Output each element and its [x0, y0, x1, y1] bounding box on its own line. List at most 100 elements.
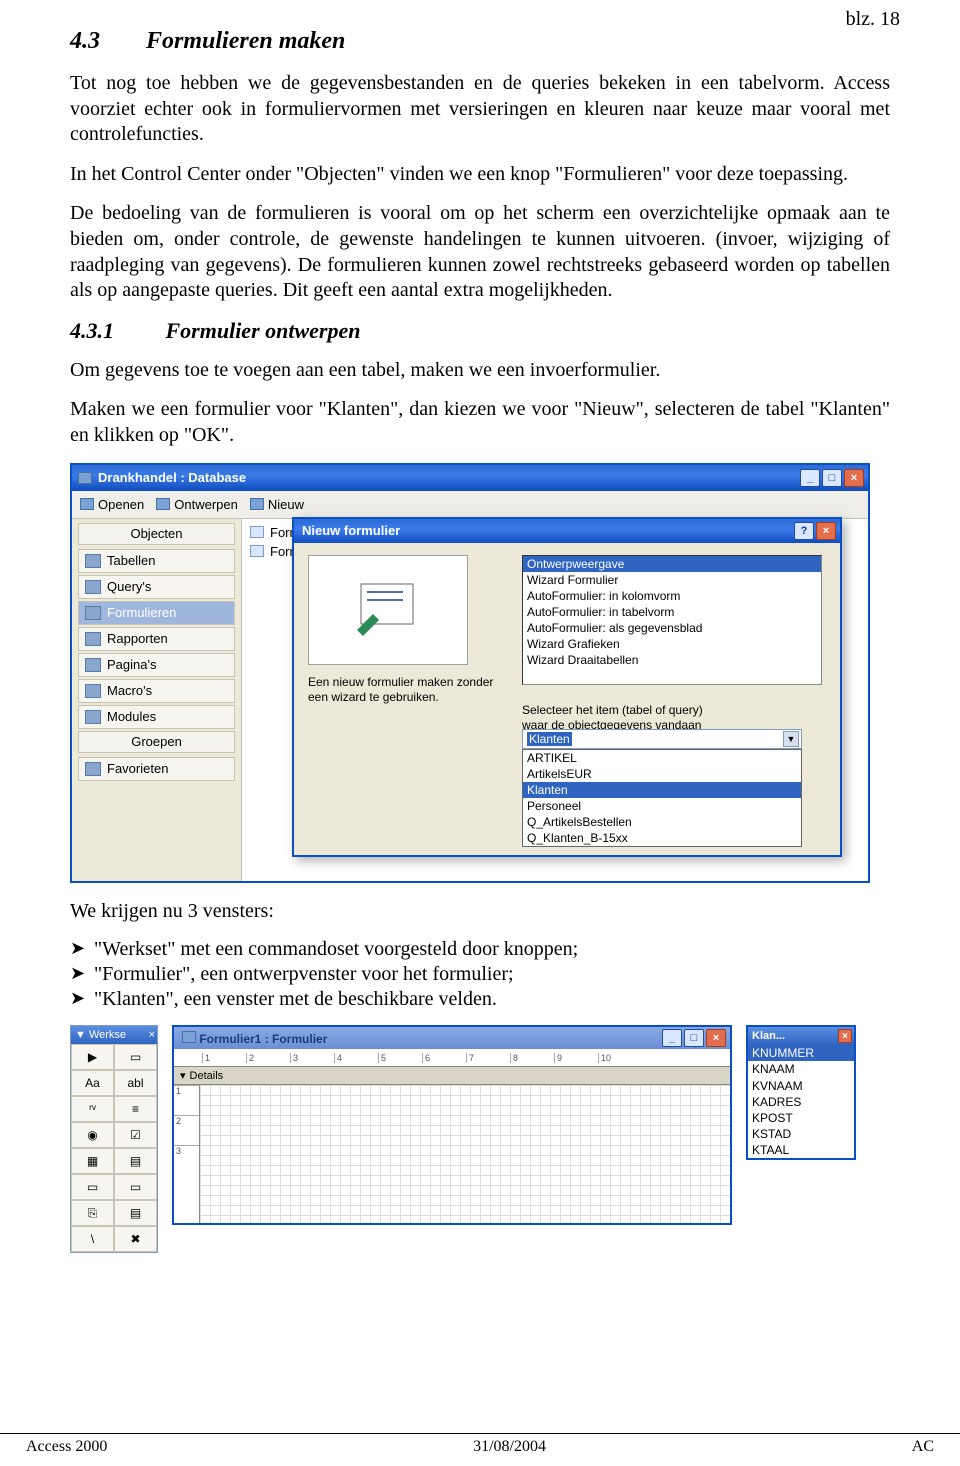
dropdown-option[interactable]: Q_Klanten_B-15xx	[523, 830, 801, 846]
bullet-arrow-icon: ➤	[70, 938, 94, 959]
sidebar-item[interactable]: Query's	[78, 575, 235, 599]
dialog-description: Een nieuw formulier maken zonder een wiz…	[308, 675, 508, 706]
sidebar-item-label: Favorieten	[107, 761, 168, 776]
dialog-close-button[interactable]: ×	[816, 522, 836, 540]
sidebar-item[interactable]: Macro's	[78, 679, 235, 703]
toolbar-ontwerpen-label: Ontwerpen	[174, 497, 238, 512]
dialog-titlebar[interactable]: Nieuw formulier ? ×	[294, 519, 840, 543]
object-type-icon	[85, 554, 101, 568]
toolbar-open[interactable]: Openen	[80, 497, 144, 512]
field-item[interactable]: KSTAD	[748, 1126, 854, 1142]
tool-button[interactable]: ▭	[71, 1174, 114, 1200]
maximize-button[interactable]: □	[684, 1029, 704, 1047]
ruler-mark: 1	[202, 1053, 246, 1063]
close-button[interactable]: ×	[706, 1029, 726, 1047]
subsection-number: 4.3.1	[70, 318, 160, 344]
table-select-combo[interactable]: Klanten ▼	[522, 729, 802, 749]
field-item[interactable]: KNUMMER	[748, 1045, 854, 1061]
tool-button[interactable]: ▶	[71, 1044, 114, 1070]
section-title: Formulieren maken	[146, 28, 345, 54]
bullet-list: ➤"Werkset" met een commandoset voorgeste…	[70, 938, 890, 1011]
sidebar-item[interactable]: Pagina's	[78, 653, 235, 677]
table-select-dropdown[interactable]: ARTIKELArtikelsEURKlantenPersoneelQ_Arti…	[522, 749, 802, 847]
maximize-button[interactable]: □	[822, 469, 842, 487]
tool-button[interactable]: ▭	[114, 1174, 157, 1200]
dialog-options-list[interactable]: OntwerpweergaveWizard FormulierAutoFormu…	[522, 555, 822, 685]
bullet-text: "Klanten", een venster met de beschikbar…	[94, 988, 497, 1011]
dialog-option[interactable]: AutoFormulier: in kolomvorm	[523, 588, 821, 604]
tool-button[interactable]: ʳᵛ	[71, 1096, 114, 1122]
tool-button[interactable]: ≡	[114, 1096, 157, 1122]
ruler-mark: 10	[598, 1053, 642, 1063]
dialog-option[interactable]: AutoFormulier: als gegevensblad	[523, 620, 821, 636]
minimize-button[interactable]: _	[800, 469, 820, 487]
footer-center: 31/08/2004	[473, 1438, 546, 1456]
close-button[interactable]: ×	[844, 469, 864, 487]
form-design-grid[interactable]	[200, 1085, 730, 1223]
dialog-option[interactable]: AutoFormulier: in tabelvorm	[523, 604, 821, 620]
field-item[interactable]: KNAAM	[748, 1061, 854, 1077]
tool-button[interactable]: ⎘	[71, 1200, 114, 1226]
chevron-down-icon[interactable]: ▼	[783, 731, 799, 747]
bullet-text: "Werkset" met een commandoset voorgestel…	[94, 938, 578, 961]
tool-button[interactable]: ▦	[71, 1148, 114, 1174]
footer-right: AC	[912, 1438, 934, 1456]
sidebar-item[interactable]: Tabellen	[78, 549, 235, 573]
tool-button[interactable]: Aa	[71, 1070, 114, 1096]
formwin-titlebar[interactable]: Formulier1 : Formulier _ □ ×	[174, 1027, 730, 1049]
dialog-option[interactable]: Wizard Draaitabellen	[523, 652, 821, 668]
detail-section-bar[interactable]: ▾ Details	[174, 1067, 730, 1085]
dialog-preview	[308, 555, 468, 665]
db-toolbar: Openen Ontwerpen Nieuw	[72, 491, 868, 519]
vertical-ruler: 123	[174, 1085, 200, 1223]
paragraph: In het Control Center onder "Objecten" v…	[70, 162, 890, 188]
dialog-title: Nieuw formulier	[302, 523, 400, 538]
tool-button[interactable]: ▤	[114, 1200, 157, 1226]
dialog-option[interactable]: Wizard Formulier	[523, 572, 821, 588]
minimize-button[interactable]: _	[662, 1029, 682, 1047]
expand-icon[interactable]: ▾	[180, 1069, 186, 1082]
werkset-titlebar[interactable]: ▼ Werkse ×	[71, 1026, 157, 1044]
ruler-mark: 8	[510, 1053, 554, 1063]
object-type-icon	[85, 606, 101, 620]
sidebar-item[interactable]: Formulieren	[78, 601, 235, 625]
form-icon	[182, 1031, 196, 1043]
sidebar-item[interactable]: Rapporten	[78, 627, 235, 651]
tool-button[interactable]: ▭	[114, 1044, 157, 1070]
detail-section-label: Details	[190, 1070, 224, 1082]
ruler-mark: 6	[422, 1053, 466, 1063]
tool-button[interactable]: abl	[114, 1070, 157, 1096]
db-window-titlebar[interactable]: Drankhandel : Database _ □ ×	[72, 465, 868, 491]
dropdown-option[interactable]: Q_ArtikelsBestellen	[523, 814, 801, 830]
tool-button[interactable]: ◉	[71, 1122, 114, 1148]
klanten-titlebar[interactable]: Klan... ×	[748, 1027, 854, 1045]
field-item[interactable]: KTAAL	[748, 1142, 854, 1158]
dropdown-option[interactable]: Personeel	[523, 798, 801, 814]
ruler-mark: 2	[174, 1115, 199, 1145]
sidebar-item-label: Rapporten	[107, 631, 168, 646]
tool-button[interactable]: ▤	[114, 1148, 157, 1174]
tool-button[interactable]: ✖	[114, 1226, 157, 1252]
bullet-item: ➤"Formulier", een ontwerpvenster voor he…	[70, 963, 890, 986]
dropdown-option[interactable]: Klanten	[523, 782, 801, 798]
field-item[interactable]: KVNAAM	[748, 1078, 854, 1094]
close-button[interactable]: ×	[838, 1029, 852, 1043]
toolbar-nieuw[interactable]: Nieuw	[250, 497, 304, 512]
tool-button[interactable]: ☑	[114, 1122, 157, 1148]
toolbar-ontwerpen[interactable]: Ontwerpen	[156, 497, 238, 512]
tool-button[interactable]: \	[71, 1226, 114, 1252]
sidebar-item[interactable]: Modules	[78, 705, 235, 729]
field-item[interactable]: KADRES	[748, 1094, 854, 1110]
dropdown-option[interactable]: ArtikelsEUR	[523, 766, 801, 782]
sidebar-item-favorieten[interactable]: Favorieten	[78, 757, 235, 781]
horizontal-ruler: 12345678910	[174, 1049, 730, 1067]
dropdown-option[interactable]: ARTIKEL	[523, 750, 801, 766]
help-button[interactable]: ?	[794, 522, 814, 540]
dialog-option[interactable]: Ontwerpweergave	[523, 556, 821, 572]
sidebar-item-label: Tabellen	[107, 553, 155, 568]
field-item[interactable]: KPOST	[748, 1110, 854, 1126]
screenshot-three-windows: ▼ Werkse × ▶▭Aaablʳᵛ≡◉☑▦▤▭▭⎘▤\✖ Formulie…	[70, 1025, 890, 1253]
dialog-option[interactable]: Wizard Grafieken	[523, 636, 821, 652]
bullet-item: ➤"Werkset" met een commandoset voorgeste…	[70, 938, 890, 961]
close-icon[interactable]: ×	[149, 1029, 155, 1041]
